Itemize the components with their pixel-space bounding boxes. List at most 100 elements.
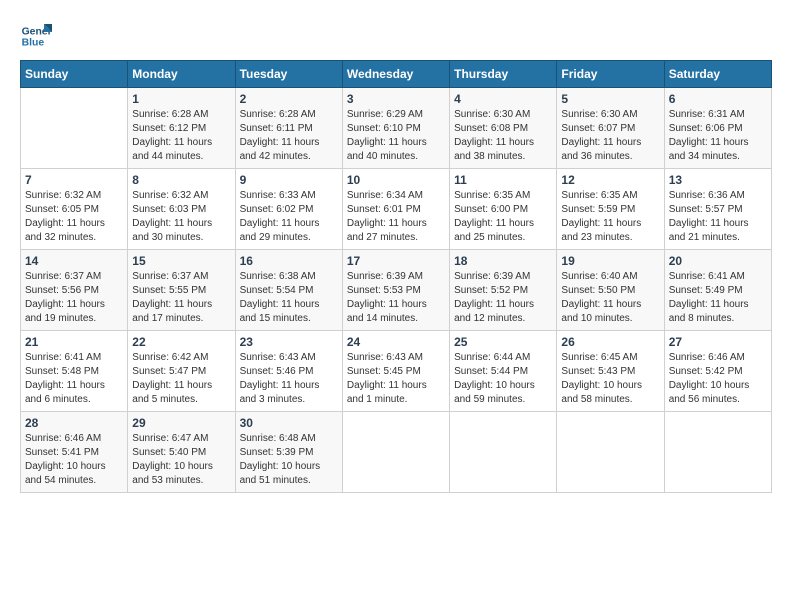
- weekday-tuesday: Tuesday: [235, 61, 342, 88]
- day-number: 17: [347, 254, 445, 268]
- day-info: Sunrise: 6:32 AMSunset: 6:05 PMDaylight:…: [25, 189, 123, 245]
- day-info: Sunrise: 6:32 AMSunset: 6:03 PMDaylight:…: [132, 189, 230, 245]
- logo: General Blue: [20, 20, 56, 52]
- day-number: 9: [240, 173, 338, 187]
- calendar-cell: 22 Sunrise: 6:42 AMSunset: 5:47 PMDayligh…: [128, 331, 235, 412]
- day-number: 2: [240, 92, 338, 106]
- weekday-wednesday: Wednesday: [342, 61, 449, 88]
- calendar-cell: 20Sunrise: 6:41 AMSunset: 5:49 PMDayligh…: [664, 250, 771, 331]
- day-number: 4: [454, 92, 552, 106]
- day-info: Sunrise: 6:29 AMSunset: 6:10 PMDaylight:…: [347, 108, 445, 164]
- calendar-cell: 21Sunrise: 6:41 AMSunset: 5:48 PMDayligh…: [21, 331, 128, 412]
- day-number: 14: [25, 254, 123, 268]
- day-info: Sunrise: 6:43 AMSunset: 5:45 PMDaylight:…: [347, 351, 445, 407]
- day-info: Sunrise: 6:44 AMSunset: 5:44 PMDaylight:…: [454, 351, 552, 407]
- calendar-cell: 7 Sunrise: 6:32 AMSunset: 6:05 PMDaylight…: [21, 169, 128, 250]
- calendar-cell: 23 Sunrise: 6:43 AMSunset: 5:46 PMDayligh…: [235, 331, 342, 412]
- day-info: Sunrise: 6:28 AMSunset: 6:12 PMDaylight:…: [132, 108, 230, 164]
- day-number: 6: [669, 92, 767, 106]
- day-info: Sunrise: 6:34 AMSunset: 6:01 PMDaylight:…: [347, 189, 445, 245]
- calendar-cell: 4 Sunrise: 6:30 AMSunset: 6:08 PMDaylight…: [450, 88, 557, 169]
- calendar-cell: 8 Sunrise: 6:32 AMSunset: 6:03 PMDaylight…: [128, 169, 235, 250]
- calendar-body: 1 Sunrise: 6:28 AMSunset: 6:12 PMDaylight…: [21, 88, 772, 493]
- day-info: Sunrise: 6:46 AMSunset: 5:42 PMDaylight:…: [669, 351, 767, 407]
- day-number: 29: [132, 416, 230, 430]
- week-row-3: 21Sunrise: 6:41 AMSunset: 5:48 PMDayligh…: [21, 331, 772, 412]
- day-number: 5: [561, 92, 659, 106]
- day-info: Sunrise: 6:45 AMSunset: 5:43 PMDaylight:…: [561, 351, 659, 407]
- calendar-cell: 12 Sunrise: 6:35 AMSunset: 5:59 PMDayligh…: [557, 169, 664, 250]
- day-info: Sunrise: 6:31 AMSunset: 6:06 PMDaylight:…: [669, 108, 767, 164]
- calendar-cell: [664, 412, 771, 493]
- svg-text:Blue: Blue: [22, 38, 45, 49]
- day-number: 20: [669, 254, 767, 268]
- calendar-cell: 15 Sunrise: 6:37 AMSunset: 5:55 PMDayligh…: [128, 250, 235, 331]
- calendar-cell: 5 Sunrise: 6:30 AMSunset: 6:07 PMDaylight…: [557, 88, 664, 169]
- weekday-header-row: SundayMondayTuesdayWednesdayThursdayFrid…: [21, 61, 772, 88]
- day-number: 13: [669, 173, 767, 187]
- week-row-1: 7 Sunrise: 6:32 AMSunset: 6:05 PMDaylight…: [21, 169, 772, 250]
- calendar-cell: 19Sunrise: 6:40 AMSunset: 5:50 PMDayligh…: [557, 250, 664, 331]
- calendar-cell: 13 Sunrise: 6:36 AMSunset: 5:57 PMDayligh…: [664, 169, 771, 250]
- weekday-monday: Monday: [128, 61, 235, 88]
- day-number: 1: [132, 92, 230, 106]
- calendar-cell: [557, 412, 664, 493]
- day-number: 27: [669, 335, 767, 349]
- day-number: 7: [25, 173, 123, 187]
- calendar-cell: [450, 412, 557, 493]
- day-info: Sunrise: 6:39 AMSunset: 5:53 PMDaylight:…: [347, 270, 445, 326]
- day-number: 18: [454, 254, 552, 268]
- day-number: 10: [347, 173, 445, 187]
- day-info: Sunrise: 6:28 AMSunset: 6:11 PMDaylight:…: [240, 108, 338, 164]
- logo-icon: General Blue: [20, 20, 52, 52]
- day-number: 28: [25, 416, 123, 430]
- calendar-table: SundayMondayTuesdayWednesdayThursdayFrid…: [20, 60, 772, 493]
- day-number: 11: [454, 173, 552, 187]
- calendar-header: SundayMondayTuesdayWednesdayThursdayFrid…: [21, 61, 772, 88]
- calendar-cell: [21, 88, 128, 169]
- calendar-cell: 26Sunrise: 6:45 AMSunset: 5:43 PMDayligh…: [557, 331, 664, 412]
- day-info: Sunrise: 6:41 AMSunset: 5:48 PMDaylight:…: [25, 351, 123, 407]
- calendar-cell: 29 Sunrise: 6:47 AMSunset: 5:40 PMDayligh…: [128, 412, 235, 493]
- day-number: 8: [132, 173, 230, 187]
- calendar-cell: 11Sunrise: 6:35 AMSunset: 6:00 PMDayligh…: [450, 169, 557, 250]
- calendar-cell: 6 Sunrise: 6:31 AMSunset: 6:06 PMDaylight…: [664, 88, 771, 169]
- day-number: 22: [132, 335, 230, 349]
- day-info: Sunrise: 6:37 AMSunset: 5:56 PMDaylight:…: [25, 270, 123, 326]
- week-row-2: 14 Sunrise: 6:37 AMSunset: 5:56 PMDayligh…: [21, 250, 772, 331]
- weekday-thursday: Thursday: [450, 61, 557, 88]
- day-number: 19: [561, 254, 659, 268]
- day-number: 12: [561, 173, 659, 187]
- day-number: 3: [347, 92, 445, 106]
- day-info: Sunrise: 6:35 AMSunset: 5:59 PMDaylight:…: [561, 189, 659, 245]
- calendar-cell: 17 Sunrise: 6:39 AMSunset: 5:53 PMDayligh…: [342, 250, 449, 331]
- calendar-cell: 16Sunrise: 6:38 AMSunset: 5:54 PMDayligh…: [235, 250, 342, 331]
- calendar-cell: 18 Sunrise: 6:39 AMSunset: 5:52 PMDayligh…: [450, 250, 557, 331]
- day-info: Sunrise: 6:30 AMSunset: 6:07 PMDaylight:…: [561, 108, 659, 164]
- day-number: 23: [240, 335, 338, 349]
- day-number: 15: [132, 254, 230, 268]
- day-info: Sunrise: 6:36 AMSunset: 5:57 PMDaylight:…: [669, 189, 767, 245]
- day-info: Sunrise: 6:48 AMSunset: 5:39 PMDaylight:…: [240, 432, 338, 488]
- calendar-cell: [342, 412, 449, 493]
- day-info: Sunrise: 6:39 AMSunset: 5:52 PMDaylight:…: [454, 270, 552, 326]
- weekday-sunday: Sunday: [21, 61, 128, 88]
- calendar-cell: 1 Sunrise: 6:28 AMSunset: 6:12 PMDaylight…: [128, 88, 235, 169]
- calendar-cell: 30Sunrise: 6:48 AMSunset: 5:39 PMDayligh…: [235, 412, 342, 493]
- day-info: Sunrise: 6:37 AMSunset: 5:55 PMDaylight:…: [132, 270, 230, 326]
- day-info: Sunrise: 6:38 AMSunset: 5:54 PMDaylight:…: [240, 270, 338, 326]
- day-number: 24: [347, 335, 445, 349]
- day-info: Sunrise: 6:47 AMSunset: 5:40 PMDaylight:…: [132, 432, 230, 488]
- day-info: Sunrise: 6:46 AMSunset: 5:41 PMDaylight:…: [25, 432, 123, 488]
- week-row-0: 1 Sunrise: 6:28 AMSunset: 6:12 PMDaylight…: [21, 88, 772, 169]
- day-info: Sunrise: 6:42 AMSunset: 5:47 PMDaylight:…: [132, 351, 230, 407]
- calendar-cell: 27 Sunrise: 6:46 AMSunset: 5:42 PMDayligh…: [664, 331, 771, 412]
- calendar-cell: 28 Sunrise: 6:46 AMSunset: 5:41 PMDayligh…: [21, 412, 128, 493]
- day-info: Sunrise: 6:30 AMSunset: 6:08 PMDaylight:…: [454, 108, 552, 164]
- day-info: Sunrise: 6:43 AMSunset: 5:46 PMDaylight:…: [240, 351, 338, 407]
- weekday-saturday: Saturday: [664, 61, 771, 88]
- day-number: 25: [454, 335, 552, 349]
- week-row-4: 28 Sunrise: 6:46 AMSunset: 5:41 PMDayligh…: [21, 412, 772, 493]
- calendar-cell: 24 Sunrise: 6:43 AMSunset: 5:45 PMDayligh…: [342, 331, 449, 412]
- calendar-cell: 14 Sunrise: 6:37 AMSunset: 5:56 PMDayligh…: [21, 250, 128, 331]
